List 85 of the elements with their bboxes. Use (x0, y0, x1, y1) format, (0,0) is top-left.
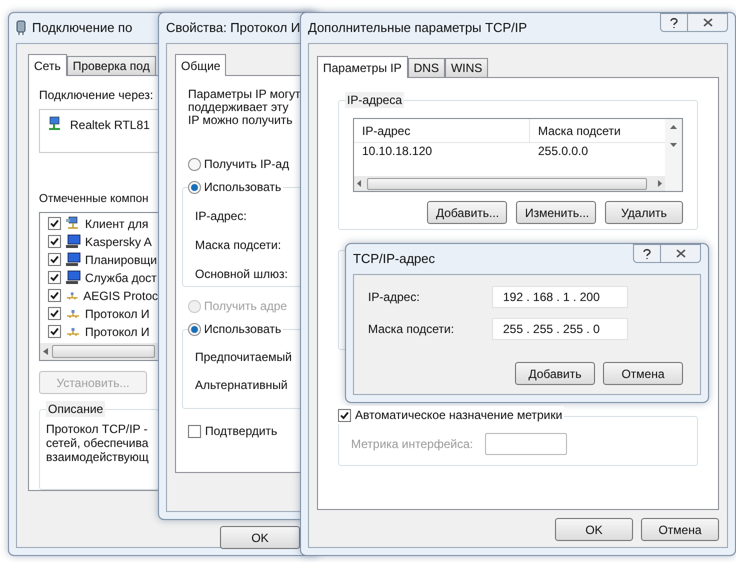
component-name: Протокол И (85, 306, 150, 323)
ok-button[interactable]: OK (220, 526, 300, 549)
component-name: AEGIS Protoc (83, 288, 158, 305)
computer-icon (65, 270, 81, 286)
scroll-up-icon (670, 125, 677, 129)
tab[interactable]: DNS (408, 58, 445, 77)
scroll-left-icon (43, 348, 48, 355)
close-icon (702, 18, 712, 27)
tab[interactable]: Параметры IP (317, 56, 408, 78)
checkbox-label: Подтвердить (205, 423, 278, 440)
close-button[interactable] (688, 13, 728, 32)
component-name: Kaspersky A (85, 234, 152, 251)
field-label: Основной шлюз: (195, 266, 289, 282)
scrollbar-thumb[interactable] (367, 178, 647, 190)
group-label: IP-адреса (345, 92, 404, 108)
field-label: Маска подсети: (368, 321, 456, 338)
checkbox-label: Автоматическое назначение метрики (355, 407, 562, 424)
tab[interactable]: WINS (444, 58, 488, 77)
close-icon (676, 249, 686, 258)
component-name: Клиент для (85, 216, 148, 233)
column-header: IP-адрес (354, 119, 530, 142)
dialog-button[interactable]: OK (555, 518, 633, 541)
tab[interactable]: Проверка под (66, 56, 156, 75)
help-button[interactable] (633, 244, 661, 263)
radio-label: Получить IP-ад (204, 156, 290, 173)
dialog-button[interactable]: Отмена (603, 362, 683, 385)
close-button[interactable] (661, 244, 701, 263)
window-title: TCP/IP-адрес (353, 250, 435, 268)
checkbox[interactable] (48, 235, 61, 248)
ip-address-field[interactable]: 192 . 168 . 1 . 200 (492, 286, 628, 308)
components-label: Отмеченные компон (39, 192, 149, 207)
help-button[interactable] (660, 13, 688, 32)
metric-label: Метрика интерфейса: (351, 436, 474, 453)
checkbox[interactable] (48, 325, 61, 338)
scroll-left-icon (357, 180, 361, 187)
help-icon (669, 16, 679, 28)
checkbox[interactable] (338, 408, 351, 422)
window-title: Дополнительные параметры TCP/IP (308, 19, 528, 38)
component-name: Протокол И (85, 324, 150, 341)
adapter-name: Realtek RTL81 (70, 117, 150, 134)
radio-button[interactable] (188, 158, 201, 170)
computer-icon (65, 234, 81, 250)
field-label: IP-адрес: (368, 289, 421, 306)
description-text: Протокол TCP/IP - сетей, обеспечива взаимодействующ (46, 422, 150, 464)
radio-label: Использовать (204, 179, 282, 196)
field-label: Альтернативный (195, 377, 289, 393)
dialog-button[interactable]: Отмена (641, 518, 719, 541)
connect-via-label: Подключение через: (39, 87, 154, 104)
dialog-button[interactable]: Добавить (515, 362, 595, 385)
tab[interactable]: Общие (175, 54, 226, 76)
component-name: Планировщи (85, 252, 157, 269)
table-cell-text: 10.10.18.120 (361, 143, 434, 160)
help-icon (642, 248, 652, 260)
scroll-right-icon (658, 180, 662, 187)
radio-label: Получить адре (204, 298, 288, 315)
dialog-button[interactable]: Добавить... (427, 201, 507, 224)
network-adapter-icon (16, 20, 26, 36)
radio-label: Использовать (204, 321, 282, 338)
dialog-button[interactable]: Изменить... (516, 201, 596, 224)
radio-button[interactable] (188, 180, 201, 194)
group-label: Описание (46, 400, 106, 417)
network-client-icon (65, 216, 81, 232)
tab[interactable]: Сеть (28, 54, 67, 76)
computer-icon (65, 252, 81, 268)
window-title: Подключение по (32, 19, 132, 38)
intro-text: Параметры IP могут поддерживает эту IP можно получить (188, 88, 302, 127)
checkbox[interactable] (48, 253, 61, 266)
checkbox[interactable] (48, 289, 61, 302)
field-label: IP-адрес: (195, 208, 248, 224)
field-label: Предпочитаемый (195, 349, 293, 365)
radio-button[interactable] (188, 322, 201, 336)
checkbox[interactable] (48, 307, 61, 320)
scrollbar-thumb[interactable] (52, 344, 155, 358)
column-header: Маска подсети (537, 123, 622, 140)
window-title: Свойства: Протокол И (166, 19, 300, 38)
checkbox[interactable] (48, 271, 61, 284)
ip-address-field[interactable]: 255 . 255 . 255 . 0 (492, 318, 628, 340)
checkbox[interactable] (48, 217, 61, 230)
dialog-button[interactable]: Удалить (605, 201, 683, 224)
table-cell-text: 255.0.0.0 (537, 143, 590, 160)
network-card-icon (46, 116, 62, 132)
component-name: Служба дост (85, 270, 157, 287)
field-label: Маска подсети: (195, 237, 282, 253)
checkbox[interactable] (188, 424, 201, 438)
scroll-down-icon (670, 143, 677, 147)
